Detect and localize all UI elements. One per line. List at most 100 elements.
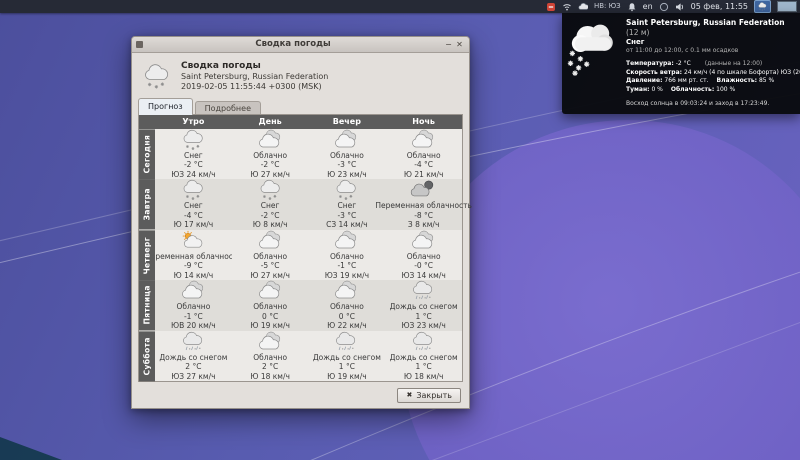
forecast-columns: УтроДеньВечерНочь <box>139 115 462 129</box>
forecast-condition: Снег <box>338 201 357 211</box>
forecast-temperature: -4 °C <box>184 211 203 221</box>
forecast-cell: Дождь со снегом2 °CЮЗ 27 км/ч <box>155 331 232 381</box>
forecast-cell: Снег-4 °CЮ 17 км/ч <box>155 179 232 229</box>
applet-cloud-icon <box>757 2 768 11</box>
window-bottom-bar: ✖ Закрыть <box>132 382 469 408</box>
keyboard-layout-indicator[interactable]: en <box>643 0 653 13</box>
forecast-cell: Переменная облачность-9 °CЮ 14 км/ч <box>155 230 232 280</box>
forecast-cell: Снег-2 °CЮ 8 км/ч <box>232 179 309 229</box>
status-circle-icon[interactable] <box>659 2 669 12</box>
close-button-label: Закрыть <box>416 391 452 400</box>
forecast-cell: Облачно-4 °CЮ 21 км/ч <box>385 129 462 179</box>
wind-label: Скорость ветра: <box>626 69 682 76</box>
minimize-button[interactable]: − <box>443 37 454 52</box>
temperature-value: -2 °C <box>676 60 691 67</box>
window-menu-icon[interactable] <box>136 41 143 48</box>
tooltip-condition: Снег <box>626 38 796 47</box>
window-titlebar[interactable]: Сводка погоды − ✕ <box>132 37 469 53</box>
forecast-condition: Дождь со снегом <box>313 353 381 363</box>
snow-cloud-icon <box>566 18 622 107</box>
top-panel: НВ: ЮЗ en 05 фев, 11:55 <box>0 0 800 13</box>
forecast-row: СегодняСнег-2 °CЮЗ 24 км/чОблачно-2 °CЮ … <box>139 129 462 179</box>
forecast-condition: Снег <box>184 201 203 211</box>
tab-forecast[interactable]: Прогноз <box>138 98 193 115</box>
forecast-temperature: 0 °C <box>262 312 278 322</box>
forecast-condition: Облачно <box>330 252 364 262</box>
tooltip-altitude: (12 м) <box>626 28 649 37</box>
tab-bar: Прогноз Подробнее <box>132 97 469 114</box>
tab-details[interactable]: Подробнее <box>195 101 261 115</box>
forecast-wind: З 8 км/ч <box>408 220 440 230</box>
forecast-temperature: 0 °C <box>339 312 355 322</box>
forecast-wind: СЗ 14 км/ч <box>326 220 368 230</box>
workspace-switcher[interactable] <box>777 1 797 12</box>
forecast-temperature: -4 °C <box>414 160 433 170</box>
humidity-value: 85 % <box>759 77 774 84</box>
wifi-icon[interactable] <box>562 2 572 12</box>
forecast-body: СегодняСнег-2 °CЮЗ 24 км/чОблачно-2 °CЮ … <box>139 129 462 381</box>
forecast-day-label: Суббота <box>139 331 155 381</box>
window-title: Сводка погоды <box>143 37 443 52</box>
forecast-temperature: -0 °C <box>414 261 433 271</box>
forecast-temperature: 1 °C <box>416 362 432 372</box>
forecast-wind: Ю 14 км/ч <box>174 271 214 281</box>
weather-summary-window: Сводка погоды − ✕ Сводка погоды Saint Pe… <box>131 36 470 409</box>
forecast-condition: Дождь со снегом <box>390 353 458 363</box>
volume-icon[interactable] <box>675 2 685 12</box>
forecast-wind: Ю 17 км/ч <box>174 220 214 230</box>
forecast-condition: Переменная облачность <box>145 252 242 262</box>
forecast-wind: Ю 23 км/ч <box>327 170 367 180</box>
weather-applet-button[interactable] <box>754 0 771 13</box>
forecast-condition: Переменная облачность <box>375 201 472 211</box>
rainsnow-weather-icon <box>410 331 437 353</box>
forecast-temperature: 2 °C <box>262 362 278 372</box>
forecast-cell: Дождь со снегом1 °CЮ 19 км/ч <box>309 331 386 381</box>
forecast-condition: Облачно <box>330 302 364 312</box>
forecast-wind: Ю 19 км/ч <box>327 372 367 382</box>
header-datetime: 2019-02-05 11:55:44 +0300 (MSK) <box>181 82 328 92</box>
tooltip-fog-line: Туман: 0 %Облачность: 100 % <box>626 86 796 95</box>
forecast-day-label: Пятница <box>139 280 155 330</box>
forecast-wind: Ю 22 км/ч <box>327 321 367 331</box>
header-location: Saint Petersburg, Russian Federation <box>181 72 328 82</box>
forecast-column-header: День <box>232 115 309 129</box>
forecast-wind: ЮЗ 23 км/ч <box>401 321 445 331</box>
close-button[interactable]: ✕ <box>454 37 465 52</box>
fog-value: 0 % <box>651 86 662 93</box>
weather-tooltip: Saint Petersburg, Russian Federation (12… <box>562 13 800 114</box>
forecast-wind: ЮЗ 19 км/ч <box>325 271 369 281</box>
forecast-wind: Ю 27 км/ч <box>250 271 290 281</box>
forecast-cell: Облачно-5 °CЮ 27 км/ч <box>232 230 309 280</box>
forecast-temperature: -9 °C <box>184 261 203 271</box>
forecast-temperature: -5 °C <box>261 261 280 271</box>
cloudy-weather-icon <box>180 280 207 302</box>
night-weather-icon <box>410 179 437 201</box>
snow-weather-icon <box>333 179 360 201</box>
forecast-condition: Снег <box>261 201 280 211</box>
snow-weather-icon <box>257 179 284 201</box>
forecast-condition: Дождь со снегом <box>390 302 458 312</box>
pressure-label: Давление: <box>626 77 662 84</box>
forecast-cell: Облачно0 °CЮ 22 км/ч <box>309 280 386 330</box>
snow-weather-icon <box>180 129 207 151</box>
close-window-button[interactable]: ✖ Закрыть <box>397 388 461 403</box>
forecast-condition: Облачно <box>407 151 441 161</box>
forecast-wind: ЮЗ 27 км/ч <box>171 372 215 382</box>
forecast-cell: Облачно-1 °CЮЗ 19 км/ч <box>309 230 386 280</box>
forecast-temperature: 2 °C <box>185 362 201 372</box>
cloudy-weather-icon <box>333 230 360 252</box>
clock[interactable]: 05 фев, 11:55 <box>691 0 748 13</box>
tooltip-location: Saint Petersburg, Russian Federation <box>626 18 785 27</box>
tooltip-period: от 11:00 до 12:00, с 0.1 мм осадков <box>626 47 796 55</box>
forecast-temperature: 1 °C <box>416 312 432 322</box>
forecast-wind: Ю 19 км/ч <box>250 321 290 331</box>
tooltip-details: Температура: -2 °C(данные на 12:00) Скор… <box>626 60 796 94</box>
forecast-cell: Облачно-0 °CЮЗ 14 км/ч <box>385 230 462 280</box>
updates-icon[interactable] <box>546 2 556 12</box>
wind-direction-indicator[interactable]: НВ: ЮЗ <box>594 0 621 13</box>
panel-weather-icon[interactable] <box>578 2 588 12</box>
notification-bell-icon[interactable] <box>627 2 637 12</box>
forecast-wind: ЮВ 20 км/ч <box>171 321 216 331</box>
pressure-value: 766 мм рт. ст. <box>664 77 708 84</box>
forecast-temperature: -3 °C <box>337 211 356 221</box>
